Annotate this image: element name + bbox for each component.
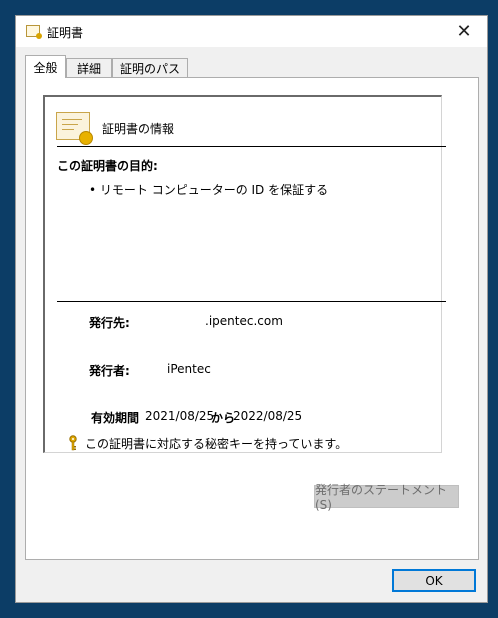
issued-to-value: .ipentec.com xyxy=(205,314,283,328)
certificate-dialog: 証明書 ✕ 全般 詳細 証明のパス 証明書の情報 この証明書の目的: • リモー… xyxy=(15,15,488,603)
purpose-item: • リモート コンピューターの ID を保証する xyxy=(89,183,329,197)
tab-certification-path[interactable]: 証明のパス xyxy=(112,58,188,78)
certificate-icon xyxy=(56,112,93,145)
close-button[interactable]: ✕ xyxy=(441,16,487,47)
valid-from: 2021/08/25 xyxy=(145,409,215,423)
tab-details[interactable]: 詳細 xyxy=(66,58,112,78)
divider xyxy=(57,301,446,302)
title-bar[interactable]: 証明書 ✕ xyxy=(16,16,487,47)
valid-to: 2022/08/25 xyxy=(233,409,303,423)
certificate-info-heading: 証明書の情報 xyxy=(102,122,175,136)
purpose-heading: この証明書の目的: xyxy=(57,159,158,173)
issued-to-label: 発行先: xyxy=(89,316,130,330)
issuer-statement-button[interactable]: 発行者のステートメント(S) xyxy=(314,483,459,512)
divider xyxy=(57,146,446,147)
private-key-note: この証明書に対応する秘密キーを持っています。 xyxy=(85,437,348,451)
issued-by-label: 発行者: xyxy=(89,364,130,378)
validity-connector: から xyxy=(211,411,236,425)
ok-button[interactable]: OK xyxy=(392,569,476,592)
validity-label: 有効期間 xyxy=(91,411,140,425)
key-icon xyxy=(69,435,77,451)
window-title: 証明書 xyxy=(47,26,84,40)
tab-general[interactable]: 全般 xyxy=(25,55,66,78)
certificate-info-box: 証明書の情報 この証明書の目的: • リモート コンピューターの ID を保証す… xyxy=(43,95,446,453)
certificate-icon xyxy=(26,25,42,39)
issued-by-value: iPentec xyxy=(167,362,211,376)
